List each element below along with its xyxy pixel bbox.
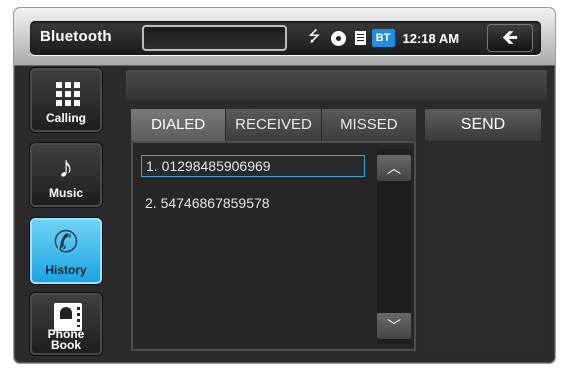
keypad-icon <box>56 82 80 106</box>
send-button[interactable]: SEND <box>425 109 541 141</box>
scroll-down-button[interactable]: ﹀ <box>377 313 411 339</box>
top-bar: Bluetooth ⭍ BT 12:18 AM 🡸 <box>14 8 555 66</box>
clock: 12:18 AM <box>402 30 460 46</box>
sidebar-item-music[interactable]: ♪ Music <box>30 143 102 207</box>
sidebar-item-label: Phone Book <box>47 327 85 352</box>
music-note-icon: ♪ <box>58 151 74 184</box>
sidebar-item-phone-book[interactable]: Phone Book <box>30 293 102 355</box>
call-history-icon: ✆ <box>53 226 79 259</box>
sidebar-item-history[interactable]: ✆ History <box>30 218 102 284</box>
scrollbar[interactable]: ︿ ﹀ <box>377 149 411 344</box>
disc-icon <box>330 30 346 46</box>
list-item[interactable]: 2. 54746867859578 <box>141 193 365 215</box>
content-header <box>126 70 547 100</box>
sd-card-icon <box>354 31 366 45</box>
sidebar-item-label: Calling <box>45 111 86 125</box>
sidebar-item-label: Music <box>48 186 83 200</box>
history-list: 1. 01298485906969 2. 54746867859578 ︿ ﹀ <box>131 141 416 351</box>
tab-received[interactable]: RECEIVED <box>226 109 322 141</box>
usb-icon: ⭍ <box>308 27 321 45</box>
back-arrow-icon: 🡸 <box>501 27 519 49</box>
chevron-down-icon: ﹀ <box>387 318 401 334</box>
sidebar-item-label: History <box>45 263 87 277</box>
history-tabs: DIALED RECEIVED MISSED <box>131 109 416 141</box>
status-icons: ⭍ BT 12:18 AM <box>308 27 459 49</box>
chevron-up-icon: ︿ <box>387 160 401 176</box>
sidebar-item-calling[interactable]: Calling <box>30 68 102 132</box>
tab-dialed[interactable]: DIALED <box>131 109 227 141</box>
app-title: Bluetooth <box>40 28 112 45</box>
back-button[interactable]: 🡸 <box>487 24 533 52</box>
list-item[interactable]: 1. 01298485906969 <box>141 155 365 177</box>
side-panel <box>425 141 541 351</box>
bluetooth-badge-icon: BT <box>371 29 395 47</box>
tab-missed[interactable]: MISSED <box>321 109 416 141</box>
status-bar: Bluetooth ⭍ BT 12:18 AM 🡸 <box>30 21 541 55</box>
title-display-field <box>142 25 287 51</box>
scroll-up-button[interactable]: ︿ <box>377 155 411 181</box>
